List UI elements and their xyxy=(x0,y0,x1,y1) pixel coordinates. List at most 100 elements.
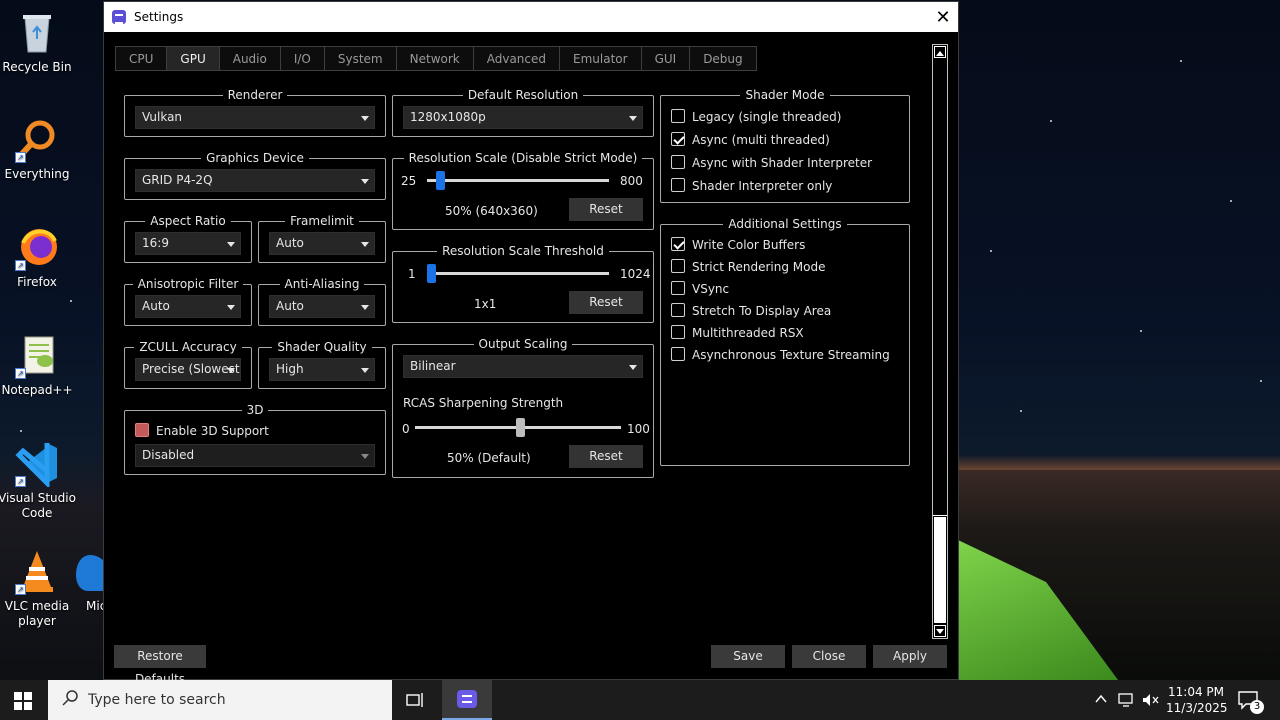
desktop-icon-vlc[interactable]: ↗ VLC media player xyxy=(0,547,76,629)
resolution-threshold-track[interactable] xyxy=(427,272,609,275)
write-color-buffers-label: Write Color Buffers xyxy=(692,238,806,252)
framelimit-label: Framelimit xyxy=(285,214,359,228)
scrollbar-track[interactable] xyxy=(933,61,947,516)
tab-emulator[interactable]: Emulator xyxy=(559,46,641,71)
taskbar-app-settings[interactable] xyxy=(442,680,492,720)
resolution-scale-slider-thumb[interactable] xyxy=(436,171,446,190)
aspect-ratio-select[interactable]: 16:9 xyxy=(135,232,241,255)
shader-quality-label: Shader Quality xyxy=(272,340,372,354)
save-button[interactable]: Save xyxy=(711,645,785,668)
antialiasing-group: Anti-Aliasing Auto xyxy=(258,277,386,326)
vscode-icon: ↗ xyxy=(13,439,61,490)
notification-center-icon[interactable]: 3 xyxy=(1238,690,1264,714)
scrollbar-thumb[interactable] xyxy=(934,517,946,623)
taskbar: Type here to search 11:04 PM 11/3/2025 3 xyxy=(0,680,1280,720)
rcas-slider-thumb[interactable] xyxy=(516,418,525,437)
desktop-icon-notepadpp[interactable]: ↗ Notepad++ xyxy=(0,331,76,398)
rcas-max: 100 xyxy=(627,422,650,436)
output-scaling-select[interactable]: Bilinear xyxy=(403,355,643,378)
tab-advanced[interactable]: Advanced xyxy=(472,46,560,71)
clock[interactable]: 11:04 PM 11/3/2025 xyxy=(1166,684,1228,716)
taskbar-search-box[interactable]: Type here to search xyxy=(48,680,392,720)
radio-async[interactable] xyxy=(671,132,685,146)
tab-system[interactable]: System xyxy=(323,46,396,71)
radio-async-interpreter[interactable] xyxy=(671,155,685,169)
chevron-down-icon xyxy=(227,305,235,310)
chevron-down-icon xyxy=(629,116,637,121)
output-scaling-label: Output Scaling xyxy=(473,337,573,351)
threed-mode-value: Disabled xyxy=(142,448,195,462)
task-view-icon[interactable] xyxy=(406,691,426,712)
resolution-threshold-label: Resolution Scale Threshold xyxy=(437,244,609,258)
search-placeholder: Type here to search xyxy=(88,692,226,708)
vlc-icon: ↗ xyxy=(13,547,61,595)
checkbox-write-color-buffers[interactable] xyxy=(671,237,685,251)
recycle-bin-icon xyxy=(13,8,61,56)
chevron-up-icon[interactable] xyxy=(1094,692,1108,710)
checkbox-multithreaded-rsx[interactable] xyxy=(671,325,685,339)
tab-cpu[interactable]: CPU xyxy=(115,46,167,71)
desktop-icon-label: Recycle Bin xyxy=(2,60,72,74)
graphics-device-select[interactable]: GRID P4-2Q xyxy=(135,169,375,192)
volume-muted-icon[interactable] xyxy=(1142,692,1160,712)
output-scaling-value: Bilinear xyxy=(410,359,456,373)
tab-gui[interactable]: GUI xyxy=(640,46,690,71)
restore-defaults-button[interactable]: Restore Defaults xyxy=(114,645,206,686)
close-window-button[interactable]: ✕ xyxy=(928,2,958,32)
default-resolution-group: Default Resolution 1280x1080p xyxy=(392,88,654,137)
radio-async-interpreter-label: Async with Shader Interpreter xyxy=(692,156,873,170)
resolution-scale-reset-button[interactable]: Reset xyxy=(569,198,643,221)
desktop-icon-label: VLC media player xyxy=(4,599,70,628)
shader-quality-select[interactable]: High xyxy=(269,358,375,381)
additional-settings-group: Additional Settings Write Color Buffers … xyxy=(660,217,910,466)
vertical-scrollbar[interactable] xyxy=(932,44,948,639)
close-button[interactable]: Close xyxy=(792,645,866,668)
resolution-threshold-reset-button[interactable]: Reset xyxy=(569,291,643,314)
tab-audio[interactable]: Audio xyxy=(218,46,280,71)
anisotropic-group: Anisotropic Filter Auto xyxy=(124,277,252,326)
renderer-select[interactable]: Vulkan xyxy=(135,106,375,129)
graphics-device-label: Graphics Device xyxy=(201,151,309,165)
chevron-down-icon xyxy=(361,116,369,121)
resolution-scale-label: Resolution Scale (Disable Strict Mode) xyxy=(403,151,643,165)
tab-debug[interactable]: Debug xyxy=(689,46,757,71)
checkbox-async-texture[interactable] xyxy=(671,347,685,361)
apply-button[interactable]: Apply xyxy=(873,645,947,668)
async-texture-label: Asynchronous Texture Streaming xyxy=(692,348,890,362)
resolution-scale-min: 25 xyxy=(401,174,417,188)
antialiasing-select[interactable]: Auto xyxy=(269,295,375,318)
radio-legacy[interactable] xyxy=(671,109,685,123)
scroll-down-button[interactable] xyxy=(934,625,946,637)
desktop-icon-recycle-bin[interactable]: Recycle Bin xyxy=(0,8,76,75)
desktop-icon-everything[interactable]: ↗ Everything xyxy=(0,115,76,182)
tab-gpu[interactable]: GPU xyxy=(166,46,219,71)
scroll-up-button[interactable] xyxy=(934,46,946,58)
graphics-device-group: Graphics Device GRID P4-2Q xyxy=(124,151,386,200)
enable-3d-checkbox[interactable] xyxy=(135,423,149,437)
desktop-icon-firefox[interactable]: ↗ Firefox xyxy=(0,223,76,290)
default-resolution-select[interactable]: 1280x1080p xyxy=(403,106,643,129)
chevron-down-icon xyxy=(629,365,637,370)
clock-time: 11:04 PM xyxy=(1168,685,1224,699)
checkbox-strict-rendering[interactable] xyxy=(671,259,685,273)
tab-network[interactable]: Network xyxy=(395,46,473,71)
rcas-reset-button[interactable]: Reset xyxy=(569,445,643,468)
framelimit-select[interactable]: Auto xyxy=(269,232,375,255)
anisotropic-select[interactable]: Auto xyxy=(135,295,241,318)
zcull-select[interactable]: Precise (Slowest) xyxy=(135,358,241,381)
network-icon[interactable] xyxy=(1118,692,1136,712)
radio-interpreter-only[interactable] xyxy=(671,178,685,192)
resolution-threshold-group: Resolution Scale Threshold 1 1024 1x1 Re… xyxy=(392,244,654,323)
stretch-display-label: Stretch To Display Area xyxy=(692,304,832,318)
resolution-threshold-slider-thumb[interactable] xyxy=(427,264,436,283)
resolution-scale-track[interactable] xyxy=(427,179,609,182)
tab-io[interactable]: I/O xyxy=(279,46,324,71)
default-resolution-value: 1280x1080p xyxy=(410,110,486,124)
checkbox-stretch-display[interactable] xyxy=(671,303,685,317)
desktop-icon-vscode[interactable]: ↗ Visual Studio Code xyxy=(0,439,76,521)
threed-mode-select[interactable]: Disabled xyxy=(135,444,375,467)
windows-start-icon[interactable] xyxy=(14,692,32,713)
desktop-icon-label: Visual Studio Code xyxy=(0,491,76,520)
checkbox-vsync[interactable] xyxy=(671,281,685,295)
graphics-device-value: GRID P4-2Q xyxy=(142,173,213,187)
